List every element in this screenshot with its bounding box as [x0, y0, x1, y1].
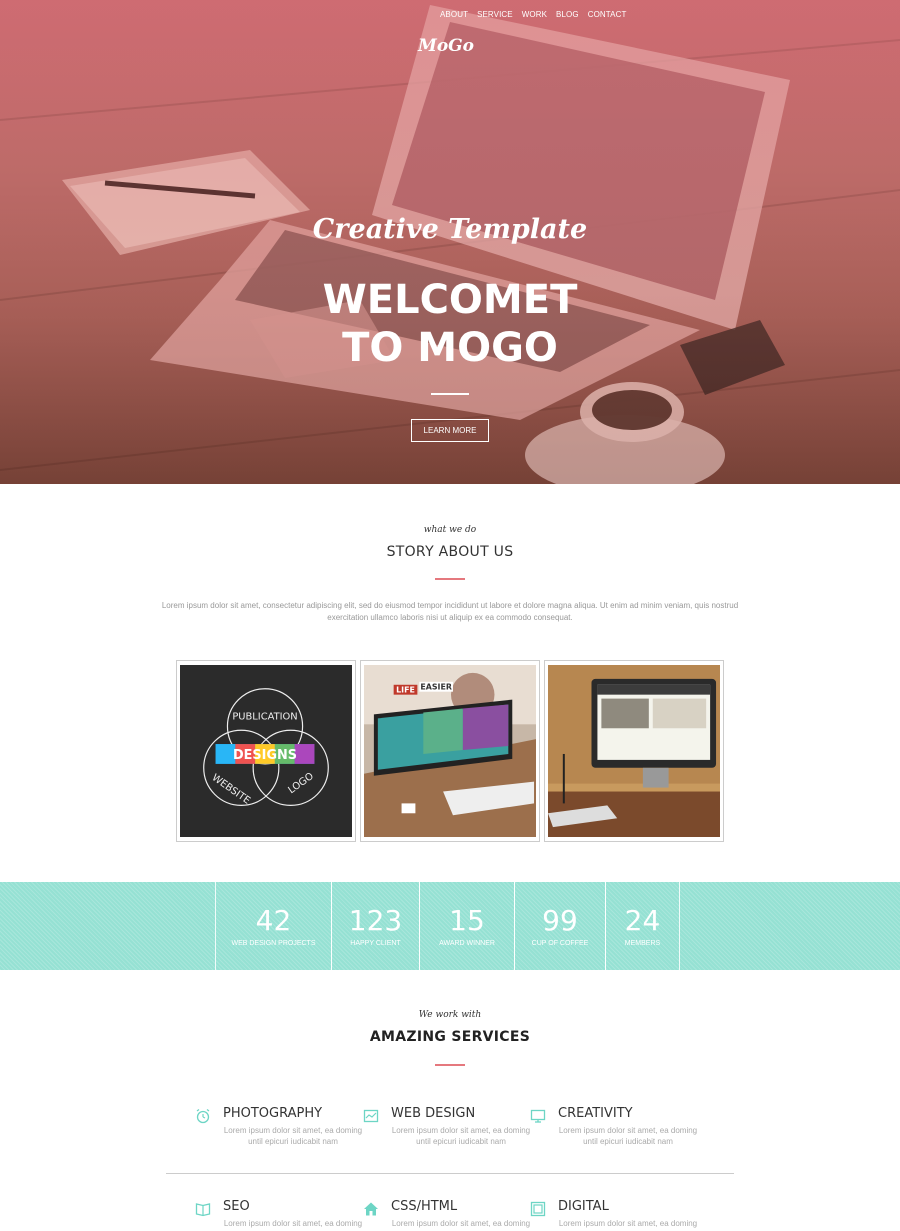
life-text: LIFE [396, 686, 415, 695]
site-logo[interactable]: MoGo [418, 36, 474, 56]
gallery-image-designs[interactable]: PUBLICATION DESIGNS WEBSITE LOGO [176, 660, 356, 842]
hero-title: WELCOMET TO MOGO [0, 276, 900, 372]
story-title: STORY ABOUT US [386, 544, 514, 560]
home-icon [364, 1202, 378, 1216]
stat-number: 123 [348, 903, 403, 937]
stat-number: 15 [449, 903, 485, 937]
stat-number: 24 [624, 903, 661, 937]
gallery-image-imac[interactable] [544, 660, 724, 842]
stat-label: CUP OF COFFEE [531, 939, 589, 947]
stat-label: WEB DESIGN PROJECTS [231, 939, 316, 947]
monitor-icon [530, 1109, 546, 1123]
service-title: DIGITAL [558, 1199, 609, 1214]
nav-work[interactable]: WORK [522, 10, 547, 19]
book-icon [195, 1203, 211, 1217]
services-kicker: We work with [418, 1010, 482, 1020]
hero-title-line1: WELCOMET [322, 277, 578, 323]
stat-label: AWARD WINNER [439, 939, 495, 947]
learn-more-button[interactable]: LEARN MORE [411, 419, 489, 442]
service-description: Lorem ipsum dolor sit amet, ea doming un… [223, 1126, 363, 1146]
stat-label: MEMBERS [624, 939, 661, 947]
nav-service[interactable]: SERVICE [477, 10, 513, 19]
story-divider [435, 578, 465, 580]
designs-text: DESIGNS [233, 748, 297, 763]
frame-icon [530, 1201, 546, 1217]
top-nav: ABOUT SERVICE WORK BLOG CONTACT [440, 10, 635, 19]
stat-cup-of-coffee: 99 CUP OF COFFEE [514, 882, 606, 970]
stat-number: 99 [542, 903, 578, 937]
hero-title-line2: TO MOGO [342, 325, 558, 371]
easier-text: EASIER [420, 683, 452, 692]
story-kicker: what we do [423, 525, 477, 535]
hero-subtitle: Creative Template [312, 214, 588, 245]
service-title: SEO [223, 1199, 250, 1214]
service-description: Lorem ipsum dolor sit amet, ea doming [223, 1219, 363, 1228]
stat-web-design-projects: 42 WEB DESIGN PROJECTS [215, 882, 332, 970]
workspace-imac-image: LIFE EASIER [364, 665, 536, 837]
services-divider [435, 1064, 465, 1066]
designs-chalkboard-image: PUBLICATION DESIGNS WEBSITE LOGO [180, 665, 352, 837]
story-gallery: PUBLICATION DESIGNS WEBSITE LOGO LIFE EA… [176, 660, 724, 842]
story-text: Lorem ipsum dolor sit amet, consectetur … [161, 601, 739, 622]
imac-desk-image [548, 665, 720, 837]
service-title: CREATIVITY [558, 1106, 633, 1121]
nav-contact[interactable]: CONTACT [588, 10, 627, 19]
nav-about[interactable]: ABOUT [440, 10, 468, 19]
stat-award-winner: 15 AWARD WINNER [419, 882, 515, 970]
service-description: Lorem ipsum dolor sit amet, ea doming [558, 1219, 698, 1228]
gallery-image-workspace[interactable]: LIFE EASIER [360, 660, 540, 842]
nav-blog[interactable]: BLOG [556, 10, 579, 19]
stat-label: HAPPY CLIENT [350, 939, 401, 947]
hero-section: ABOUT SERVICE WORK BLOG CONTACT MoGo Cre… [0, 0, 900, 484]
alarm-clock-icon [196, 1108, 210, 1124]
publication-text: PUBLICATION [232, 711, 297, 722]
service-title: CSS/HTML [391, 1199, 458, 1214]
service-description: Lorem ipsum dolor sit amet, ea doming un… [391, 1126, 531, 1146]
service-description: Lorem ipsum dolor sit amet, ea doming [391, 1219, 531, 1228]
chart-icon [363, 1109, 379, 1123]
stats-band: 42 WEB DESIGN PROJECTS 123 HAPPY CLIENT … [0, 882, 900, 970]
service-description: Lorem ipsum dolor sit amet, ea doming un… [558, 1126, 698, 1146]
service-title: WEB DESIGN [391, 1106, 476, 1121]
hero-divider [431, 393, 469, 395]
service-title: PHOTOGRAPHY [223, 1106, 323, 1121]
stat-number: 42 [255, 903, 292, 937]
stat-members: 24 MEMBERS [605, 882, 680, 970]
services-title: AMAZING SERVICES [369, 1029, 531, 1045]
stat-happy-client: 123 HAPPY CLIENT [331, 882, 420, 970]
services-row-divider [166, 1173, 734, 1174]
